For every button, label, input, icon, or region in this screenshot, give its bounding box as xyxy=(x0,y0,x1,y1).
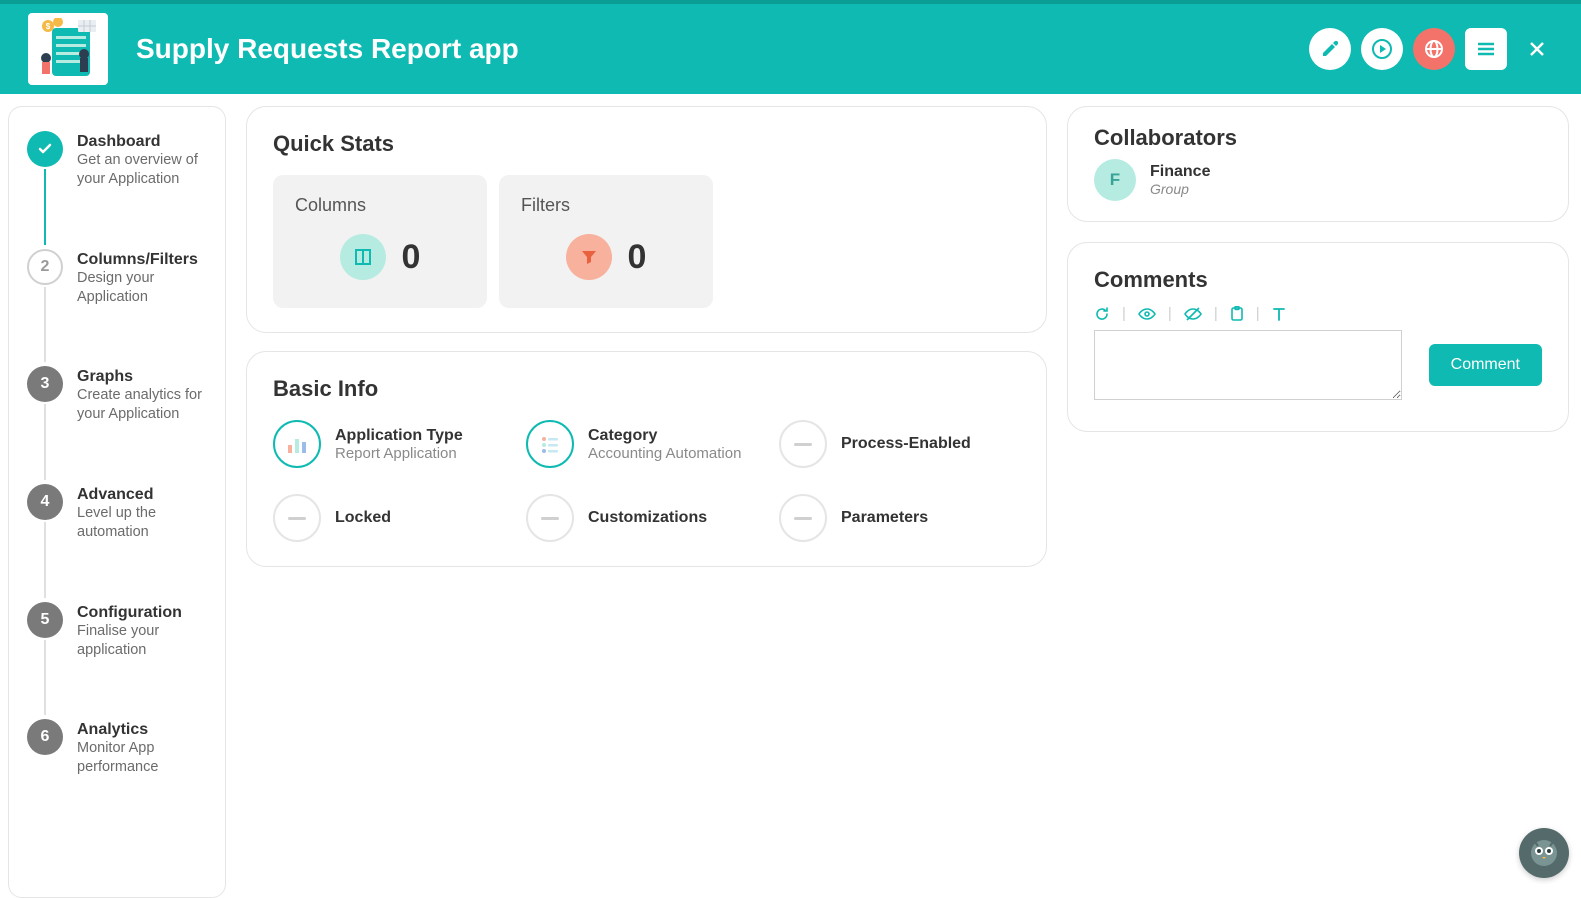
info-category: Category Accounting Automation xyxy=(526,420,767,468)
comment-toolbar: | | | | xyxy=(1094,305,1542,322)
info-customizations: Customizations xyxy=(526,494,767,542)
basic-info-card: Basic Info Application Type Report Appli… xyxy=(246,351,1047,567)
filter-icon xyxy=(566,234,612,280)
stat-value: 0 xyxy=(628,238,647,277)
avatar: F xyxy=(1094,159,1136,201)
eye-off-icon[interactable] xyxy=(1184,306,1202,322)
bar-chart-icon xyxy=(273,420,321,468)
stat-value: 0 xyxy=(402,238,421,277)
close-button[interactable] xyxy=(1521,33,1553,65)
dash-icon xyxy=(779,420,827,468)
list-icon xyxy=(526,420,574,468)
clipboard-icon[interactable] xyxy=(1230,306,1244,322)
step-desc: Level up the automation xyxy=(77,504,207,542)
play-button[interactable] xyxy=(1361,28,1403,70)
info-label: Locked xyxy=(335,509,391,527)
eye-icon[interactable] xyxy=(1138,306,1156,322)
collaborators-heading: Collaborators xyxy=(1094,125,1542,151)
chat-assistant-button[interactable] xyxy=(1519,828,1569,878)
comments-heading: Comments xyxy=(1094,267,1542,293)
close-icon xyxy=(1527,39,1547,59)
svg-text:$: $ xyxy=(46,22,51,31)
collaborators-card: Collaborators F Finance Group xyxy=(1067,106,1569,222)
collaborator-role: Group xyxy=(1150,181,1210,197)
globe-button[interactable] xyxy=(1413,28,1455,70)
step-columns-filters[interactable]: 2 Columns/Filters Design your Applicatio… xyxy=(27,249,207,367)
comments-card: Comments | | | | Comment xyxy=(1067,242,1569,432)
step-desc: Finalise your application xyxy=(77,622,207,660)
basic-info-heading: Basic Info xyxy=(273,376,1020,402)
stat-columns: Columns 0 xyxy=(273,175,487,308)
step-advanced[interactable]: 4 Advanced Level up the automation xyxy=(27,484,207,602)
text-icon[interactable] xyxy=(1272,306,1286,322)
dash-icon xyxy=(526,494,574,542)
sidebar-steps: Dashboard Get an overview of your Applic… xyxy=(8,106,226,898)
quick-stats-card: Quick Stats Columns 0 Filters xyxy=(246,106,1047,333)
step-configuration[interactable]: 5 Configuration Finalise your applicatio… xyxy=(27,602,207,720)
step-desc: Create analytics for your Application xyxy=(77,386,207,424)
step-desc: Get an overview of your Application xyxy=(77,151,207,189)
info-label: Process-Enabled xyxy=(841,435,971,453)
step-title: Columns/Filters xyxy=(77,251,207,269)
edit-button[interactable] xyxy=(1309,28,1351,70)
comment-textarea[interactable] xyxy=(1094,330,1402,400)
info-label: Customizations xyxy=(588,509,707,527)
check-icon xyxy=(27,131,63,167)
header-actions xyxy=(1309,28,1553,70)
step-number: 4 xyxy=(27,484,63,520)
step-title: Graphs xyxy=(77,368,207,386)
quick-stats-heading: Quick Stats xyxy=(273,131,1020,157)
collaborator-item[interactable]: F Finance Group xyxy=(1094,159,1542,201)
refresh-icon[interactable] xyxy=(1094,306,1110,322)
step-desc: Monitor App performance xyxy=(77,739,207,777)
step-desc: Design your Application xyxy=(77,269,207,307)
columns-icon xyxy=(340,234,386,280)
info-label: Application Type xyxy=(335,427,463,445)
step-title: Dashboard xyxy=(77,133,207,151)
app-logo: $ xyxy=(28,13,108,85)
step-number: 5 xyxy=(27,602,63,638)
stat-label: Columns xyxy=(295,195,465,216)
info-parameters: Parameters xyxy=(779,494,1020,542)
app-header: $ Supply Requests Report app xyxy=(0,0,1581,94)
info-label: Parameters xyxy=(841,509,928,527)
info-locked: Locked xyxy=(273,494,514,542)
info-value: Accounting Automation xyxy=(588,445,741,462)
step-graphs[interactable]: 3 Graphs Create analytics for your Appli… xyxy=(27,366,207,484)
step-dashboard[interactable]: Dashboard Get an overview of your Applic… xyxy=(27,131,207,249)
menu-button[interactable] xyxy=(1465,28,1507,70)
collaborator-name: Finance xyxy=(1150,163,1210,181)
page-title: Supply Requests Report app xyxy=(136,33,1309,65)
info-value: Report Application xyxy=(335,445,463,462)
step-number: 6 xyxy=(27,719,63,755)
step-number: 2 xyxy=(27,249,63,285)
pencil-icon xyxy=(1320,39,1340,59)
globe-icon xyxy=(1423,38,1445,60)
owl-icon xyxy=(1527,836,1561,870)
step-number: 3 xyxy=(27,366,63,402)
step-analytics[interactable]: 6 Analytics Monitor App performance xyxy=(27,719,207,777)
stat-label: Filters xyxy=(521,195,691,216)
step-title: Configuration xyxy=(77,604,207,622)
step-title: Advanced xyxy=(77,486,207,504)
comment-button[interactable]: Comment xyxy=(1429,344,1542,386)
play-icon xyxy=(1372,39,1392,59)
hamburger-icon xyxy=(1475,38,1497,60)
info-application-type: Application Type Report Application xyxy=(273,420,514,468)
stat-filters: Filters 0 xyxy=(499,175,713,308)
dash-icon xyxy=(273,494,321,542)
info-process-enabled: Process-Enabled xyxy=(779,420,1020,468)
step-title: Analytics xyxy=(77,721,207,739)
dash-icon xyxy=(779,494,827,542)
info-label: Category xyxy=(588,427,741,445)
